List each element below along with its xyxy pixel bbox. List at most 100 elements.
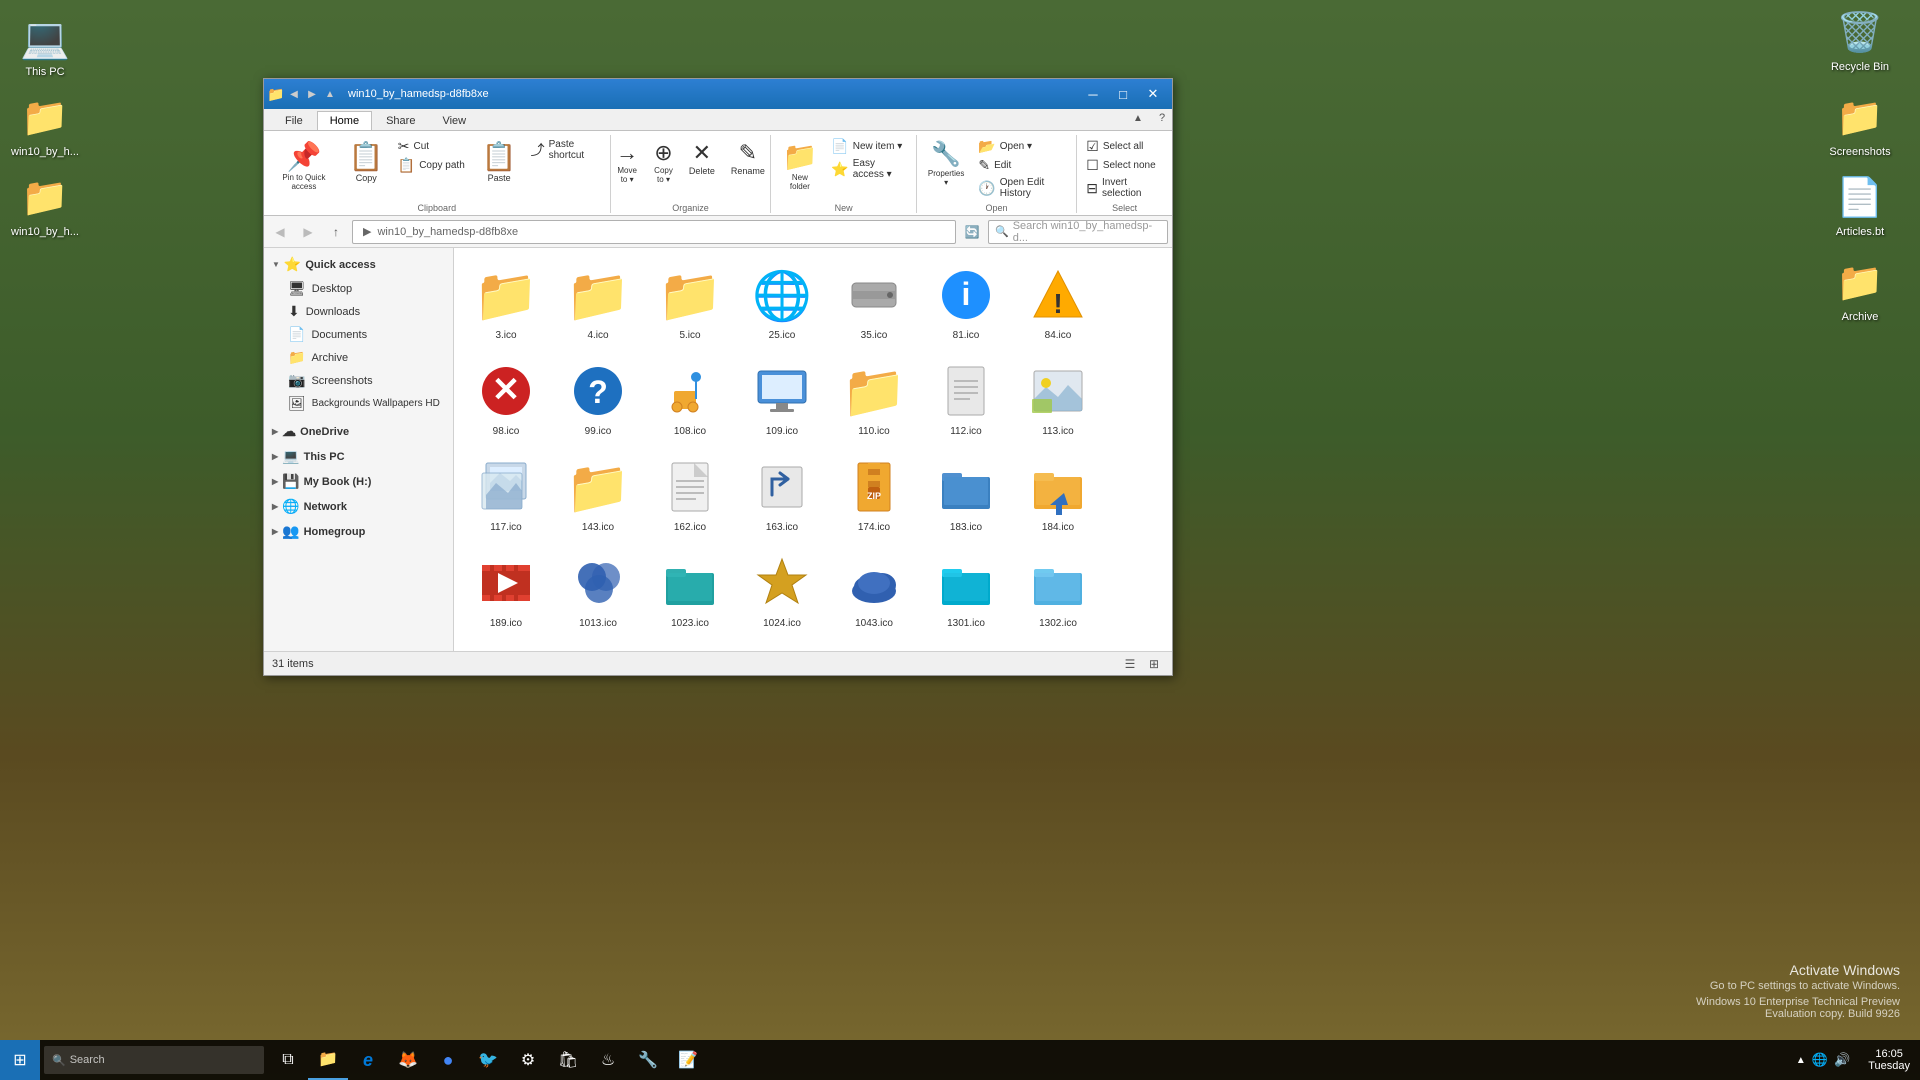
file-item[interactable]: ZIP174.ico	[830, 448, 918, 540]
file-item[interactable]: 1043.ico	[830, 544, 918, 636]
nav-item-backgrounds[interactable]: 🖼 Backgrounds Wallpapers HD	[264, 392, 453, 415]
cut-button[interactable]: ✂ Cut	[393, 137, 473, 155]
file-item[interactable]: 1024.ico	[738, 544, 826, 636]
onedrive-header[interactable]: ▶ ☁ OneDrive	[264, 419, 453, 444]
file-item[interactable]: 1023.ico	[646, 544, 734, 636]
twitter-button[interactable]: 🐦	[468, 1040, 508, 1080]
minimize-button[interactable]: ─	[1078, 79, 1108, 109]
steam-button[interactable]: ♨	[588, 1040, 628, 1080]
file-item[interactable]: !84.ico	[1014, 256, 1102, 348]
start-button[interactable]: ⊞	[0, 1040, 40, 1080]
copy-to-button[interactable]: ⊕ Copyto ▾	[647, 135, 680, 189]
copy-button[interactable]: 📋 Copy	[342, 135, 391, 188]
file-item[interactable]: 108.ico	[646, 352, 734, 444]
tab-home[interactable]: Home	[317, 111, 372, 130]
paste-button[interactable]: 📋 Paste	[475, 135, 524, 188]
volume-icon[interactable]: 🔊	[1834, 1052, 1850, 1068]
maximize-button[interactable]: □	[1108, 79, 1138, 109]
search-box[interactable]: 🔍 Search win10_by_hamedsp-d...	[988, 220, 1168, 244]
file-item[interactable]: 163.ico	[738, 448, 826, 540]
invert-selection-button[interactable]: ⊟ Invert selection	[1081, 175, 1168, 201]
thispc-header[interactable]: ▶ 💻 This PC	[264, 444, 453, 469]
desktop-icon-screenshots[interactable]: 📁 Screenshots	[1820, 90, 1900, 162]
nav-item-screenshots[interactable]: 📷 Screenshots	[264, 369, 453, 392]
desktop-icon-this-pc[interactable]: 💻 This PC	[5, 10, 85, 82]
history-button[interactable]: 🕐 Open Edit History	[973, 175, 1072, 201]
delete-button[interactable]: ✕ Delete	[682, 135, 722, 189]
file-item[interactable]: i81.ico	[922, 256, 1010, 348]
task-view-button[interactable]: ⧉	[268, 1040, 308, 1080]
file-item[interactable]: 117.ico	[462, 448, 550, 540]
tab-file[interactable]: File	[272, 111, 316, 130]
file-item[interactable]: 1303.ico	[462, 640, 550, 651]
nav-item-downloads[interactable]: ⬇ Downloads 📌	[264, 300, 453, 323]
refresh-button[interactable]: 🔄	[960, 220, 984, 244]
edge-button[interactable]: e	[348, 1040, 388, 1080]
file-item[interactable]: 113.ico	[1014, 352, 1102, 444]
file-item[interactable]: 📁110.ico	[830, 352, 918, 444]
copy-path-button[interactable]: 📋 Copy path	[393, 156, 473, 174]
desktop-icon-win10-1[interactable]: 📁 win10_by_h...	[5, 90, 85, 162]
tools-button[interactable]: 🔧	[628, 1040, 668, 1080]
file-item[interactable]: 1013.ico	[554, 544, 642, 636]
desktop-icon-archive[interactable]: 📁 Archive	[1820, 255, 1900, 327]
network-header[interactable]: ▶ 🌐 Network	[264, 494, 453, 519]
file-item[interactable]: 📁4.ico	[554, 256, 642, 348]
file-item[interactable]: 189.ico	[462, 544, 550, 636]
back-button[interactable]: ◀	[268, 220, 292, 244]
open-button[interactable]: 📂 Open ▾	[973, 137, 1072, 155]
tray-arrow[interactable]: ▲	[1796, 1055, 1806, 1066]
properties-button[interactable]: 🔧 Properties▾	[921, 135, 971, 192]
desktop-icon-recycle-bin[interactable]: 🗑️ Recycle Bin	[1820, 5, 1900, 77]
address-bar[interactable]: ▶ win10_by_hamedsp-d8fb8xe	[352, 220, 956, 244]
file-item[interactable]: 📁5.ico	[646, 256, 734, 348]
file-item[interactable]: 184.ico	[1014, 448, 1102, 540]
file-item[interactable]: 📁3.ico	[462, 256, 550, 348]
file-item[interactable]: 5101.ico	[646, 640, 734, 651]
tab-share[interactable]: Share	[373, 111, 428, 130]
file-item[interactable]: ?99.ico	[554, 352, 642, 444]
file-item[interactable]: 109.ico	[738, 352, 826, 444]
explorer-taskbar-button[interactable]: 📁	[308, 1040, 348, 1080]
file-item[interactable]: 🌐25.ico	[738, 256, 826, 348]
list-view-button[interactable]: ☰	[1120, 654, 1140, 674]
select-none-button[interactable]: ☐ Select none	[1081, 156, 1168, 174]
chrome-button[interactable]: ●	[428, 1040, 468, 1080]
file-item[interactable]: 35.ico	[830, 256, 918, 348]
select-all-button[interactable]: ☑ Select all	[1081, 137, 1168, 155]
new-folder-button[interactable]: 📁 Newfolder	[775, 135, 824, 196]
file-item[interactable]: 1302.ico	[1014, 544, 1102, 636]
tab-view[interactable]: View	[429, 111, 479, 130]
file-item[interactable]: ✕98.ico	[462, 352, 550, 444]
forward-button[interactable]: ▶	[296, 220, 320, 244]
file-item[interactable]: 112.ico	[922, 352, 1010, 444]
desktop-icon-win10-2[interactable]: 📁 win10_by_h...	[5, 170, 85, 242]
mybook-header[interactable]: ▶ 💾 My Book (H:)	[264, 469, 453, 494]
rename-button[interactable]: ✎ Rename	[724, 135, 772, 189]
nav-item-documents[interactable]: 📄 Documents	[264, 323, 453, 346]
move-to-button[interactable]: → Moveto ▾	[609, 135, 645, 189]
new-item-button[interactable]: 📄 New item ▾	[826, 137, 912, 155]
ribbon-collapse-button[interactable]: ▲	[1128, 108, 1148, 128]
file-item[interactable]: 5100.ico	[554, 640, 642, 651]
clock[interactable]: 16:05 Tuesday	[1858, 1040, 1920, 1080]
easy-access-button[interactable]: ⭐ Easy access ▾	[826, 156, 912, 182]
file-item[interactable]: 183.ico	[922, 448, 1010, 540]
edit-button[interactable]: ✎ Edit	[973, 156, 1072, 174]
quick-access-header[interactable]: ▼ ⭐ Quick access	[264, 252, 453, 277]
store-button[interactable]: 🛍	[548, 1040, 588, 1080]
file-item[interactable]: 1301.ico	[922, 544, 1010, 636]
firefox-button[interactable]: 🦊	[388, 1040, 428, 1080]
desktop-icon-articles[interactable]: 📄 Articles.bt	[1820, 170, 1900, 242]
file-item[interactable]: 162.ico	[646, 448, 734, 540]
nav-item-desktop[interactable]: 🖥 Desktop 📌	[264, 277, 453, 300]
settings-button[interactable]: ⚙	[508, 1040, 548, 1080]
homegroup-header[interactable]: ▶ 👥 Homegroup	[264, 519, 453, 544]
nav-item-archive[interactable]: 📁 Archive	[264, 346, 453, 369]
up-button[interactable]: ↑	[324, 220, 348, 244]
help-button[interactable]: ?	[1152, 108, 1172, 128]
close-button[interactable]: ✕	[1138, 79, 1168, 109]
large-icon-view-button[interactable]: ⊞	[1144, 654, 1164, 674]
pin-button[interactable]: 📌 Pin to Quick access	[268, 135, 340, 196]
notepad-button[interactable]: 📝	[668, 1040, 708, 1080]
